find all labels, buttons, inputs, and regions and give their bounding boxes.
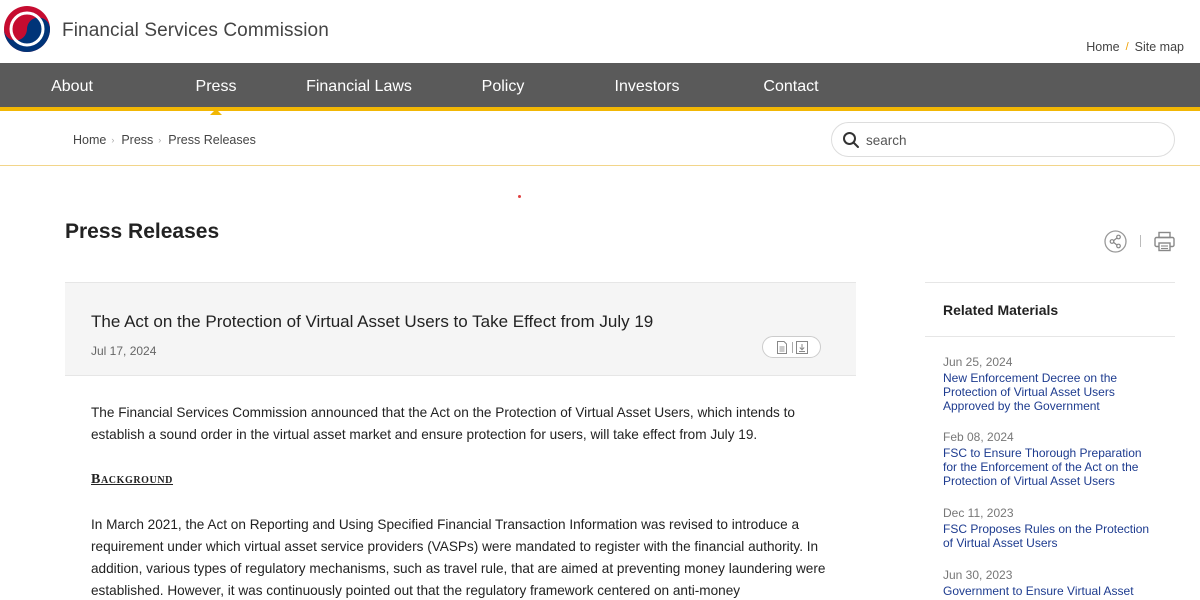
sidebar-divider xyxy=(925,282,1175,283)
utility-sitemap-link[interactable]: Site map xyxy=(1135,40,1184,54)
search-input[interactable] xyxy=(866,129,1156,151)
nav-item-financial-laws[interactable]: Financial Laws xyxy=(304,63,414,111)
related-item-date: Feb 08, 2024 xyxy=(943,430,1014,444)
sidebar-divider xyxy=(925,336,1175,337)
article-title: The Act on the Protection of Virtual Ass… xyxy=(91,312,654,331)
document-icon[interactable] xyxy=(776,341,788,354)
breadcrumb-home[interactable]: Home xyxy=(73,133,106,147)
nav-item-about[interactable]: About xyxy=(17,63,127,111)
section-heading: Background xyxy=(91,472,174,487)
site-header: Financial Services Commission Home / Sit… xyxy=(0,0,1200,63)
decorative-dot xyxy=(518,195,521,198)
search-box[interactable] xyxy=(831,122,1175,157)
breadcrumb-bar: Home › Press › Press Releases xyxy=(0,115,1200,166)
breadcrumb-press[interactable]: Press xyxy=(121,133,153,147)
nav-item-contact[interactable]: Contact xyxy=(736,63,846,111)
utility-home-link[interactable]: Home xyxy=(1086,40,1119,54)
search-icon[interactable] xyxy=(842,131,860,149)
related-materials-sidebar: Related Materials Jun 25, 2024 New Enfor… xyxy=(925,282,1175,600)
related-item[interactable]: Dec 11, 2023 FSC Proposes Rules on the P… xyxy=(943,506,1158,550)
article-date: Jul 17, 2024 xyxy=(91,344,157,358)
sidebar-title: Related Materials xyxy=(943,302,1059,318)
nav-item-policy[interactable]: Policy xyxy=(448,63,558,111)
breadcrumb: Home › Press › Press Releases xyxy=(73,133,256,147)
government-emblem-logo[interactable] xyxy=(3,5,51,53)
main-nav: About Press Financial Laws Policy Invest… xyxy=(0,63,1200,115)
article-body: The Financial Services Commission announ… xyxy=(91,402,836,600)
article-paragraph: The Financial Services Commission announ… xyxy=(91,405,795,442)
toolbar-divider xyxy=(1140,235,1141,247)
page-title: Press Releases xyxy=(65,220,220,243)
related-item-link[interactable]: Government to Ensure Virtual Asset Users… xyxy=(943,584,1158,600)
article-paragraph: In March 2021, the Act on Reporting and … xyxy=(91,517,826,598)
print-icon[interactable] xyxy=(1153,230,1176,253)
related-item-date: Jun 25, 2024 xyxy=(943,355,1013,369)
download-icon[interactable] xyxy=(796,341,808,354)
article-header: The Act on the Protection of Virtual Ass… xyxy=(65,282,856,376)
nav-item-investors[interactable]: Investors xyxy=(592,63,702,111)
chevron-right-icon: › xyxy=(158,135,162,145)
share-icon[interactable] xyxy=(1104,230,1127,253)
related-item-date: Jun 30, 2023 xyxy=(943,568,1013,582)
attachment-divider xyxy=(792,342,793,353)
related-item[interactable]: Feb 08, 2024 FSC to Ensure Thorough Prep… xyxy=(943,430,1158,488)
breadcrumb-press-releases[interactable]: Press Releases xyxy=(168,133,256,147)
nav-item-press[interactable]: Press xyxy=(161,63,271,115)
attachment-buttons xyxy=(762,336,821,358)
site-brand-name[interactable]: Financial Services Commission xyxy=(62,20,329,42)
related-item[interactable]: Jun 25, 2024 New Enforcement Decree on t… xyxy=(943,355,1158,413)
related-item-link[interactable]: FSC Proposes Rules on the Protection of … xyxy=(943,522,1158,550)
related-item-link[interactable]: FSC to Ensure Thorough Preparation for t… xyxy=(943,446,1158,488)
utility-links: Home / Site map xyxy=(1086,40,1184,54)
related-item-link[interactable]: New Enforcement Decree on the Protection… xyxy=(943,371,1158,413)
utility-separator: / xyxy=(1125,41,1129,53)
chevron-right-icon: › xyxy=(111,135,115,145)
related-item[interactable]: Jun 30, 2023 Government to Ensure Virtua… xyxy=(943,568,1158,600)
related-item-date: Dec 11, 2023 xyxy=(943,506,1014,520)
